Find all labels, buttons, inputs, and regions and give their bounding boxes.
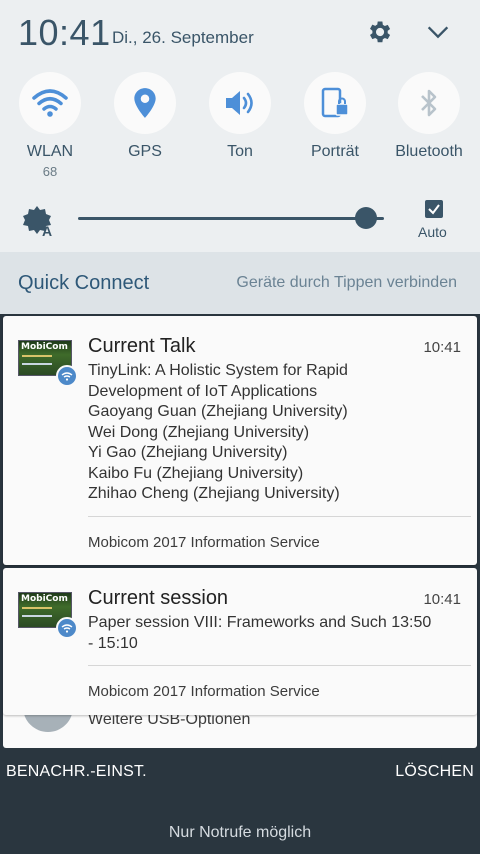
auto-brightness-checkbox[interactable] bbox=[425, 200, 443, 218]
tile-sound[interactable]: Ton bbox=[195, 72, 285, 161]
chevron-down-icon[interactable] bbox=[420, 16, 456, 48]
wifi-icon bbox=[19, 72, 81, 134]
notification-title: Current session bbox=[88, 587, 229, 609]
notification-body: Paper session VIII: Frameworks and Such … bbox=[88, 613, 431, 654]
wifi-badge-icon bbox=[56, 617, 78, 639]
clock: 10:41 bbox=[18, 12, 111, 53]
auto-brightness-label: Auto bbox=[418, 224, 447, 240]
notification-time: 10:41 bbox=[423, 591, 461, 608]
notification-line: Zhihao Cheng (Zhejiang University) bbox=[88, 485, 340, 502]
quick-connect-hint: Geräte durch Tippen verbinden bbox=[236, 274, 457, 291]
date-label[interactable]: Di., 26. September bbox=[112, 28, 254, 48]
emergency-calls-status: Nur Notrufe möglich bbox=[168, 824, 312, 841]
notification-source: Mobicom 2017 Information Service bbox=[88, 683, 320, 700]
tile-wlan[interactable]: WLAN 68 bbox=[5, 72, 95, 179]
quick-connect-title: Quick Connect bbox=[18, 272, 150, 294]
thumbnail-logo-text: MobiCom 2017 bbox=[21, 594, 71, 604]
notification-actions: BENACHR.-EINST. LÖSCHEN bbox=[0, 752, 480, 792]
tile-label: Porträt bbox=[310, 143, 359, 160]
notification-title: Current Talk bbox=[88, 335, 196, 357]
svg-text:A: A bbox=[42, 223, 52, 238]
brightness-row: A Auto bbox=[0, 198, 480, 248]
brightness-slider-track[interactable] bbox=[78, 217, 384, 220]
divider bbox=[88, 516, 471, 517]
tile-bluetooth[interactable]: Bluetooth bbox=[384, 72, 474, 161]
notification-line: Gaoyang Guan (Zhejiang University) bbox=[88, 403, 348, 420]
brightness-auto-icon: A bbox=[22, 204, 56, 239]
tile-label: GPS bbox=[128, 143, 162, 160]
tile-label: Ton bbox=[227, 143, 253, 160]
brightness-slider-thumb[interactable] bbox=[354, 207, 377, 229]
divider bbox=[88, 665, 471, 666]
quick-connect-bar[interactable]: Quick Connect Geräte durch Tippen verbin… bbox=[0, 252, 480, 314]
notification-line: Development of IoT Applications bbox=[88, 382, 318, 400]
notification-line: - 15:10 bbox=[88, 634, 138, 652]
location-icon bbox=[114, 72, 176, 134]
notification-card[interactable]: MobiCom 2017 Current session 10:41 Paper… bbox=[3, 568, 477, 715]
volume-icon bbox=[209, 72, 271, 134]
tile-portrait[interactable]: Porträt bbox=[290, 72, 380, 161]
clear-all-button[interactable]: LÖSCHEN bbox=[395, 763, 474, 781]
notification-card[interactable]: MobiCom 2017 Current Talk 10:41 TinyLink… bbox=[3, 316, 477, 565]
notification-line: Yi Gao (Zhejiang University) bbox=[88, 444, 288, 461]
tile-label: Bluetooth bbox=[395, 143, 463, 160]
tile-gps[interactable]: GPS bbox=[100, 72, 190, 161]
tile-sublabel: 68 bbox=[42, 164, 58, 179]
notification-time: 10:41 bbox=[423, 339, 461, 356]
notification-line: Wei Dong (Zhejiang University) bbox=[88, 423, 310, 441]
thumbnail-logo-text: MobiCom 2017 bbox=[21, 342, 71, 352]
notification-line: TinyLink: A Holistic System for Rapid bbox=[88, 362, 348, 379]
tile-label: WLAN bbox=[26, 143, 74, 160]
notification-line: Kaibo Fu (Zhejiang University) bbox=[88, 464, 304, 482]
notification-source: Mobicom 2017 Information Service bbox=[88, 534, 320, 551]
bluetooth-icon bbox=[398, 72, 460, 134]
notification-body: TinyLink: A Holistic System for Rapid De… bbox=[88, 361, 348, 505]
portrait-lock-icon bbox=[304, 72, 366, 134]
gear-icon[interactable] bbox=[361, 16, 397, 48]
notification-line: Paper session VIII: Frameworks and Such … bbox=[88, 614, 432, 631]
notification-settings-button[interactable]: BENACHR.-EINST. bbox=[6, 763, 147, 781]
wifi-badge-icon bbox=[56, 365, 78, 387]
quick-settings-panel: 10:41 Di., 26. September WLAN 68 GPS Ton… bbox=[0, 0, 480, 252]
